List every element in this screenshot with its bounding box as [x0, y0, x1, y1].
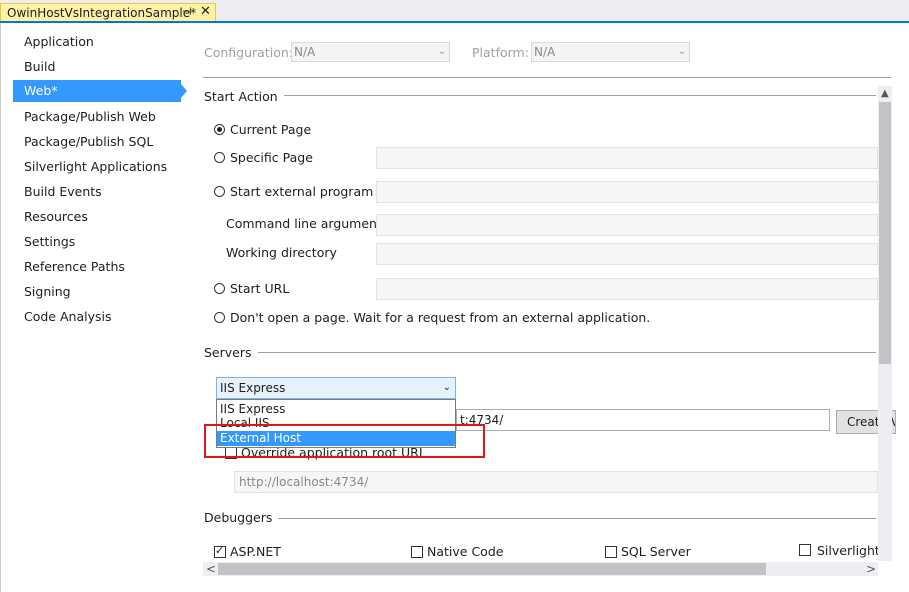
- silverlight-checkbox[interactable]: [799, 544, 811, 556]
- close-icon[interactable]: ✕: [200, 4, 211, 19]
- current-page-label: Current Page: [230, 122, 312, 137]
- specific-page-label: Specific Page: [230, 150, 313, 165]
- start-external-program-label: Start external program: [230, 184, 374, 199]
- sidebar-item-settings[interactable]: Settings: [24, 232, 75, 252]
- scroll-left-icon[interactable]: <: [206, 562, 216, 576]
- sidebar-item-resources[interactable]: Resources: [24, 207, 88, 227]
- sidebar-item-build[interactable]: Build: [24, 57, 55, 77]
- section-rule: [204, 352, 876, 353]
- project-url-field[interactable]: t:4734/: [456, 409, 830, 431]
- horizontal-scroll-thumb[interactable]: [218, 563, 766, 575]
- sidebar-item-web[interactable]: Web*: [24, 81, 58, 101]
- sql-server-label: SQL Server: [621, 544, 691, 559]
- pin-icon[interactable]: ⊣: [182, 5, 192, 18]
- document-tab[interactable]: OwinHostVsIntegrationSample* ⊣ ✕: [0, 3, 216, 22]
- scroll-right-icon[interactable]: >: [866, 562, 876, 576]
- root-url-value: http://localhost:4734/: [239, 475, 369, 489]
- specific-page-field[interactable]: [376, 147, 878, 169]
- sidebar-item-package-publish-web[interactable]: Package/Publish Web: [24, 107, 156, 127]
- document-tab-strip: OwinHostVsIntegrationSample* ⊣ ✕: [0, 0, 909, 24]
- external-program-field[interactable]: [376, 181, 878, 203]
- root-url-field[interactable]: http://localhost:4734/: [234, 471, 878, 493]
- radio-dont-open-page[interactable]: [214, 312, 225, 323]
- servers-heading: Servers: [204, 345, 258, 360]
- vertical-scroll-thumb[interactable]: [879, 102, 891, 364]
- native-code-label: Native Code: [427, 544, 504, 559]
- sidebar-item-package-publish-sql[interactable]: Package/Publish SQL: [24, 132, 153, 152]
- sidebar-item-reference-paths[interactable]: Reference Paths: [24, 257, 125, 277]
- sidebar-item-build-events[interactable]: Build Events: [24, 182, 102, 202]
- working-directory-label: Working directory: [226, 245, 337, 260]
- working-directory-field[interactable]: [376, 243, 878, 265]
- tab-title: OwinHostVsIntegrationSample*: [7, 6, 197, 20]
- radio-start-external-program[interactable]: [214, 186, 225, 197]
- command-line-arguments-label: Command line arguments: [226, 216, 389, 231]
- debuggers-heading: Debuggers: [204, 510, 279, 525]
- server-type-combo[interactable]: IIS Express ⌄: [216, 377, 456, 399]
- silverlight-label: Silverlight: [817, 543, 880, 558]
- sidebar-item-silverlight-applications[interactable]: Silverlight Applications: [24, 157, 167, 177]
- radio-start-url[interactable]: [214, 283, 225, 294]
- section-rule: [204, 95, 876, 96]
- asp-net-label: ASP.NET: [230, 544, 281, 559]
- start-url-label: Start URL: [230, 281, 290, 296]
- divider: [203, 77, 891, 78]
- asp-net-checkbox[interactable]: [214, 544, 226, 558]
- start-url-field[interactable]: [376, 278, 878, 300]
- sql-server-checkbox[interactable]: [605, 546, 617, 558]
- chevron-down-icon: ⌄: [437, 46, 446, 57]
- configuration-combo[interactable]: N/A ⌄: [291, 42, 450, 62]
- dropdown-option-iis-express[interactable]: IIS Express: [217, 402, 455, 417]
- server-type-value: IIS Express: [220, 381, 286, 395]
- highlight-annotation-box: [204, 424, 485, 458]
- radio-specific-page[interactable]: [214, 152, 225, 163]
- chevron-down-icon: ⌄: [677, 46, 686, 57]
- dont-open-page-label: Don't open a page. Wait for a request fr…: [230, 310, 651, 325]
- start-action-heading: Start Action: [204, 89, 284, 104]
- configuration-label: Configuration:: [204, 45, 293, 60]
- sidebar-item-signing[interactable]: Signing: [24, 282, 71, 302]
- section-rule: [204, 518, 876, 519]
- sidebar-item-application[interactable]: Application: [24, 32, 94, 52]
- configuration-value: N/A: [294, 45, 316, 59]
- scroll-up-icon[interactable]: ▲: [881, 88, 889, 99]
- command-line-arguments-field[interactable]: [376, 214, 878, 236]
- chevron-down-icon: ⌄: [442, 382, 451, 393]
- sidebar-item-code-analysis[interactable]: Code Analysis: [24, 307, 111, 327]
- native-code-checkbox[interactable]: [411, 546, 423, 558]
- platform-value: N/A: [534, 45, 556, 59]
- sidebar-selection-arrow: [181, 84, 187, 98]
- platform-combo[interactable]: N/A ⌄: [531, 42, 690, 62]
- platform-label: Platform:: [472, 45, 529, 60]
- radio-current-page[interactable]: [214, 124, 225, 135]
